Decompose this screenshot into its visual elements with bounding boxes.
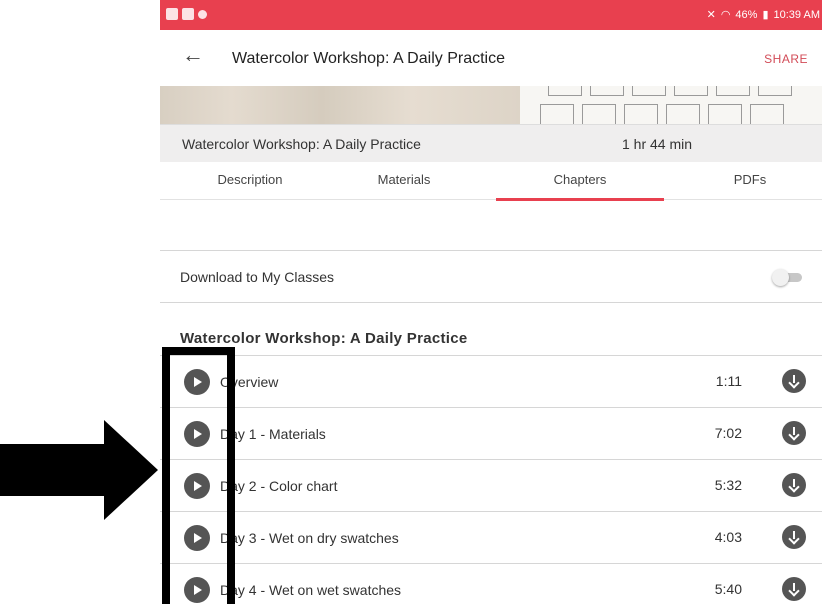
chapter-row-day-4[interactable]: Day 4 - Wet on wet swatches 5:40 xyxy=(160,564,822,604)
annotation-arrow-icon xyxy=(0,420,158,520)
notification-icons xyxy=(166,8,207,20)
chapter-title: Day 3 - Wet on dry swatches xyxy=(220,530,399,546)
section-heading: Watercolor Workshop: A Daily Practice xyxy=(180,330,468,347)
chapter-row-day-1[interactable]: Day 1 - Materials 7:02 xyxy=(160,408,822,460)
wifi-icon: ◠ xyxy=(720,9,731,21)
share-button[interactable]: SHARE xyxy=(764,52,808,66)
toggle-knob xyxy=(772,269,789,286)
course-hero-image xyxy=(160,86,822,124)
chapter-title: Overview xyxy=(220,374,279,390)
app-bar: ← Watercolor Workshop: A Daily Practice … xyxy=(160,30,822,86)
page-title: Watercolor Workshop: A Daily Practice xyxy=(232,50,505,67)
system-indicators: ✕ ◠ 46% ▮ 10:39 AM xyxy=(706,8,820,22)
download-icon[interactable] xyxy=(782,525,806,549)
chapter-duration: 1:11 xyxy=(715,373,742,389)
alert-notification-icon xyxy=(198,10,207,19)
chapter-title: Day 2 - Color chart xyxy=(220,478,338,494)
chapter-list: Overview 1:11 Day 1 - Materials 7:02 Day… xyxy=(160,356,822,604)
hero-swatch-grid xyxy=(520,86,822,124)
clock: 10:39 AM xyxy=(773,8,820,21)
active-tab-indicator xyxy=(496,198,664,201)
play-icon[interactable] xyxy=(184,577,210,603)
hero-photo xyxy=(160,86,520,124)
chapter-title: Day 1 - Materials xyxy=(220,426,326,442)
course-info-row: Watercolor Workshop: A Daily Practice 1 … xyxy=(160,124,822,162)
chapter-duration: 4:03 xyxy=(714,529,742,545)
battery-icon: ▮ xyxy=(762,9,769,21)
course-duration: 1 hr 44 min xyxy=(622,136,693,152)
tab-description[interactable]: Description xyxy=(180,162,320,200)
download-toggle[interactable] xyxy=(772,269,802,286)
chapter-duration: 7:02 xyxy=(714,425,742,441)
status-bar: ✕ ◠ 46% ▮ 10:39 AM xyxy=(160,0,822,30)
play-icon[interactable] xyxy=(184,525,210,551)
play-icon[interactable] xyxy=(184,369,210,395)
course-title: Watercolor Workshop: A Daily Practice xyxy=(182,136,421,152)
play-icon[interactable] xyxy=(184,473,210,499)
battery-percent: 46% xyxy=(735,8,758,21)
download-label: Download to My Classes xyxy=(180,269,335,285)
tab-chapters[interactable]: Chapters xyxy=(496,162,664,201)
app-notification-icon xyxy=(182,8,194,20)
download-icon[interactable] xyxy=(782,369,806,393)
chapter-row-day-3[interactable]: Day 3 - Wet on dry swatches 4:03 xyxy=(160,512,822,564)
tab-materials[interactable]: Materials xyxy=(334,162,474,200)
mute-icon: ✕ xyxy=(706,9,716,21)
chapter-row-day-2[interactable]: Day 2 - Color chart 5:32 xyxy=(160,460,822,512)
download-row: Download to My Classes xyxy=(160,251,822,303)
tab-pdfs[interactable]: PDFs xyxy=(680,162,820,200)
chapter-title: Day 4 - Wet on wet swatches xyxy=(220,582,402,598)
tab-bar: Description Materials Chapters PDFs xyxy=(160,162,822,201)
chapter-duration: 5:32 xyxy=(714,477,742,493)
gallery-notification-icon xyxy=(166,8,178,20)
chapter-row-overview[interactable]: Overview 1:11 xyxy=(160,356,822,408)
download-icon[interactable] xyxy=(782,421,806,445)
app-screen: ✕ ◠ 46% ▮ 10:39 AM ← Watercolor Workshop… xyxy=(160,0,822,604)
download-icon[interactable] xyxy=(782,577,806,601)
play-icon[interactable] xyxy=(184,421,210,447)
tab-chapters-label: Chapters xyxy=(553,172,607,187)
back-arrow-icon[interactable]: ← xyxy=(182,44,204,66)
download-icon[interactable] xyxy=(782,473,806,497)
chapter-duration: 5:40 xyxy=(714,581,742,597)
